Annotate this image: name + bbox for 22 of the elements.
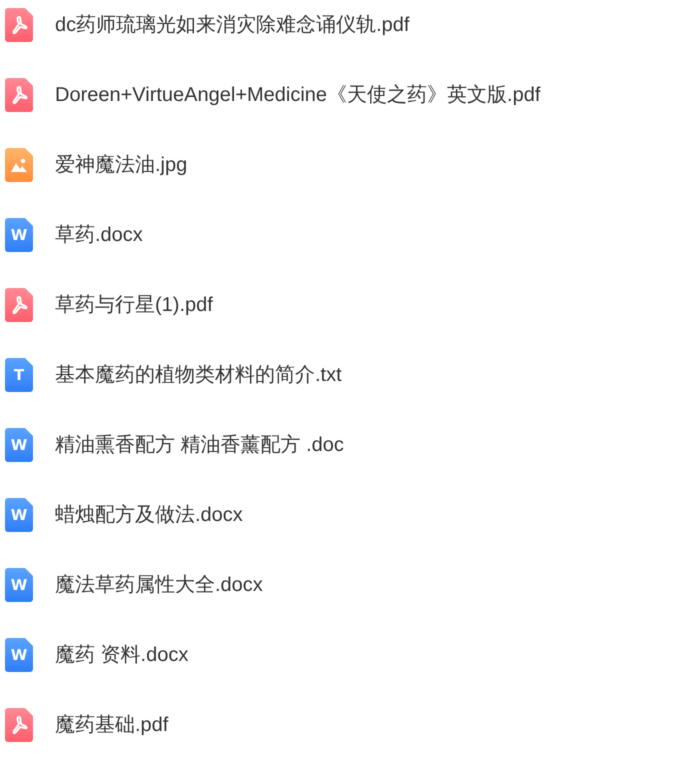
document-file-icon: W bbox=[5, 498, 33, 532]
pdf-file-icon bbox=[5, 708, 33, 742]
document-file-icon: T bbox=[5, 358, 33, 392]
file-name[interactable]: Doreen+VirtueAngel+Medicine《天使之药》英文版.pdf bbox=[55, 80, 540, 110]
image-file-icon bbox=[5, 148, 33, 182]
file-name[interactable]: 蜡烛配方及做法.docx bbox=[55, 500, 243, 530]
file-name[interactable]: 草药与行星(1).pdf bbox=[55, 290, 213, 320]
document-file-icon: W bbox=[5, 428, 33, 462]
file-name[interactable]: 魔药基础.pdf bbox=[55, 710, 168, 740]
file-name[interactable]: 基本魔药的植物类材料的简介.txt bbox=[55, 360, 342, 390]
file-name[interactable]: 魔药 资料.docx bbox=[55, 640, 188, 670]
document-file-icon: W bbox=[5, 638, 33, 672]
file-name[interactable]: 魔法草药属性大全.docx bbox=[55, 570, 263, 600]
pdf-file-icon bbox=[5, 78, 33, 112]
file-name[interactable]: 精油熏香配方 精油香薰配方 .doc bbox=[55, 430, 344, 460]
file-name[interactable]: 草药.docx bbox=[55, 220, 143, 250]
pdf-file-icon bbox=[5, 8, 33, 42]
file-name[interactable]: 爱神魔法油.jpg bbox=[55, 150, 188, 180]
file-name[interactable]: dc药师琉璃光如来消灾除难念诵仪轨.pdf bbox=[55, 10, 410, 40]
pdf-file-icon bbox=[5, 288, 33, 322]
document-file-icon: W bbox=[5, 568, 33, 602]
document-file-icon: W bbox=[5, 218, 33, 252]
